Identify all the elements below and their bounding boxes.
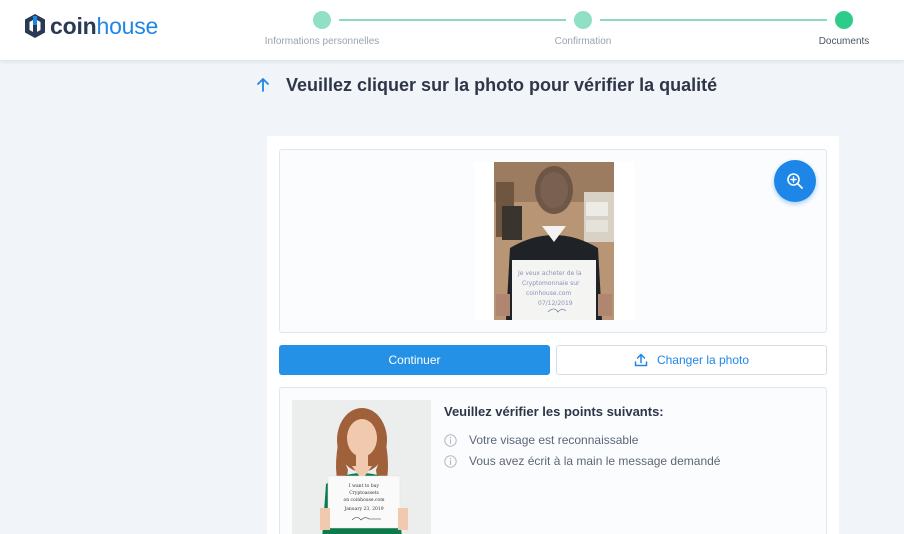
uploaded-photo[interactable]: Je veux acheter de la Cryptomonnaie sur …: [474, 162, 634, 320]
example-photo: I want to buy Cryptoassets on coinhouse.…: [292, 400, 431, 534]
change-photo-button[interactable]: Changer la photo: [556, 345, 827, 375]
info-icon: [444, 454, 457, 468]
arrow-up-icon: [257, 78, 269, 92]
checklist-panel: I want to buy Cryptoassets on coinhouse.…: [279, 387, 827, 534]
page-heading: Veuillez cliquer sur la photo pour vérif…: [254, 72, 717, 98]
progress-stepper: Informations personnelles Confirmation D…: [0, 0, 904, 60]
page-title: Veuillez cliquer sur la photo pour vérif…: [286, 74, 718, 95]
example-sign-line-3: on coinhouse.com: [343, 497, 385, 503]
top-bar: coinhouse Informations personnelles Conf…: [0, 0, 904, 60]
checklist-title: Veuillez vérifier les points suivants:: [444, 404, 664, 419]
checklist-item: Vous avez écrit à la main le message dem…: [444, 454, 720, 468]
uploaded-photo-area: Je veux acheter de la Cryptomonnaie sur …: [279, 149, 827, 333]
zoom-in-icon: [787, 173, 803, 189]
example-sign-line-1: I want to buy: [349, 483, 380, 489]
step-3-label: Documents: [818, 36, 870, 47]
info-icon: [444, 433, 457, 447]
sign-line-2: Cryptomonnaie sur: [522, 280, 580, 287]
step-2-label: Confirmation: [554, 36, 612, 47]
step-1-indicator: [313, 11, 331, 29]
step-1-label: Informations personnelles: [264, 36, 380, 47]
step-3-indicator: [835, 11, 853, 29]
change-photo-label: Changer la photo: [656, 353, 750, 367]
upload-icon: [634, 353, 648, 367]
step-2-indicator: [574, 11, 592, 29]
continue-button[interactable]: Continuer: [279, 345, 550, 375]
example-sign-line-2: Cryptoassets: [349, 490, 379, 496]
sign-line-1: Je veux acheter de la: [517, 270, 582, 277]
step-connector: [339, 19, 566, 21]
step-connector: [600, 19, 827, 21]
checklist-item-label: Votre visage est reconnaissable: [469, 433, 639, 447]
example-sign-line-4: January 23, 2019: [343, 506, 383, 512]
example-woman-photo: I want to buy Cryptoassets on coinhouse.…: [292, 400, 431, 534]
verification-card: Je veux acheter de la Cryptomonnaie sur …: [267, 136, 839, 534]
zoom-button[interactable]: [774, 160, 816, 202]
checklist-item: Votre visage est reconnaissable: [444, 433, 638, 447]
sign-line-4: 07/12/2019: [538, 300, 573, 307]
sign-line-3: coinhouse.com: [526, 290, 571, 297]
selfie-photo: Je veux acheter de la Cryptomonnaie sur …: [494, 162, 614, 320]
checklist-item-label: Vous avez écrit à la main le message dem…: [469, 454, 721, 468]
